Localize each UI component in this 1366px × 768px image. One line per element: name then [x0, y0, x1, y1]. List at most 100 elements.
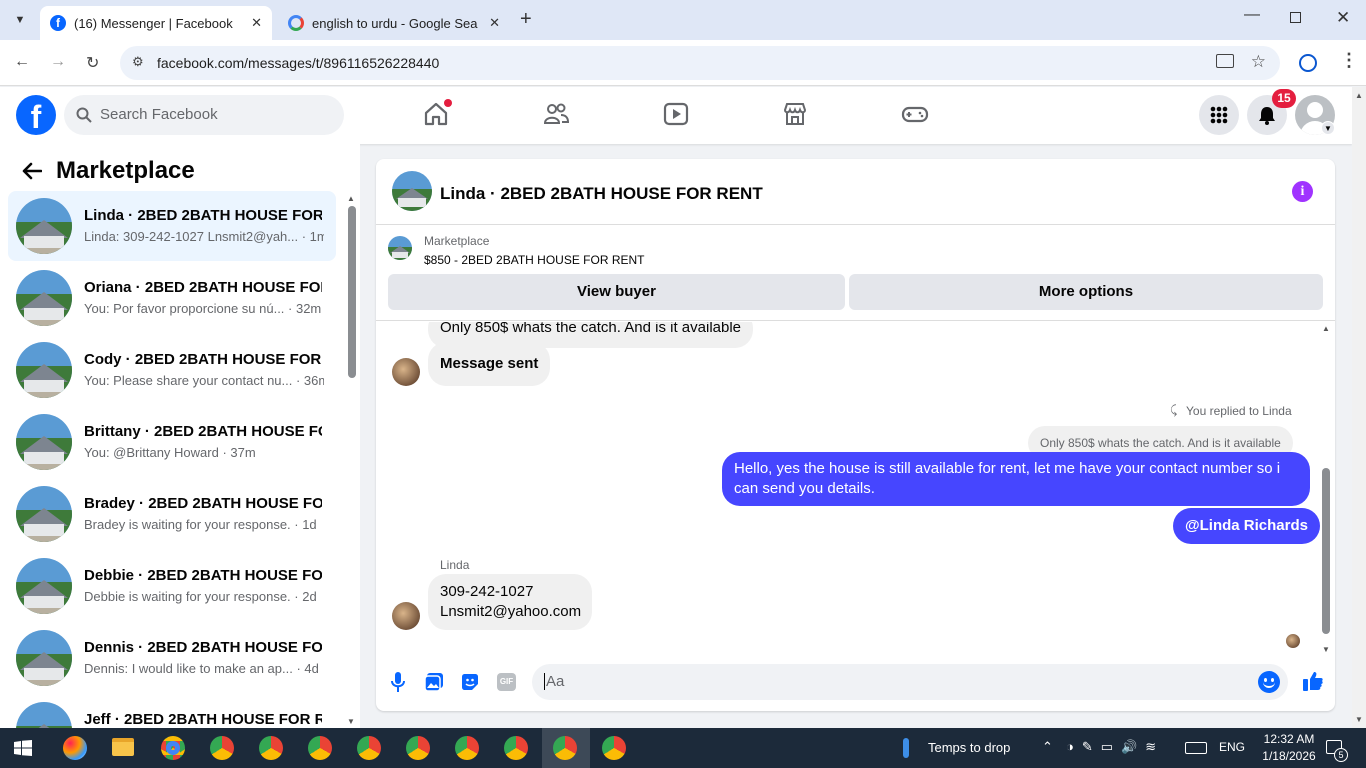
emoji-icon[interactable]	[1258, 671, 1280, 693]
more-options-button[interactable]: More options	[849, 274, 1323, 310]
message-input[interactable]: Aa	[532, 664, 1288, 700]
chrome-profile-icon[interactable]	[455, 736, 479, 760]
listing-label: Marketplace	[424, 234, 490, 248]
restore-button[interactable]	[1290, 12, 1301, 23]
conversation-snippet: You: Please share your contact nu... · 3…	[84, 373, 324, 388]
listing-price[interactable]: $850 - 2BED 2BATH HOUSE FOR RENT	[424, 253, 645, 267]
install-app-icon[interactable]	[1216, 54, 1234, 68]
microphone-icon[interactable]	[390, 671, 406, 693]
new-tab-button[interactable]: +	[520, 8, 532, 31]
listing-banner: Marketplace $850 - 2BED 2BATH HOUSE FOR …	[376, 224, 1335, 321]
conversation-name: Dennis · 2BED 2BATH HOUSE FOR RENT	[84, 639, 322, 656]
chrome-icon[interactable]	[161, 736, 185, 760]
tab-search-dropdown[interactable]: ▼	[8, 8, 32, 32]
minimize-button[interactable]: —	[1244, 6, 1260, 24]
read-receipt-avatar	[1286, 634, 1300, 648]
keyboard-icon[interactable]	[1185, 742, 1207, 754]
file-explorer-icon[interactable]	[112, 738, 134, 756]
tray-icons[interactable]: ◑✎▭🔊≋	[1066, 739, 1164, 755]
close-window-button[interactable]: ✕	[1336, 8, 1350, 28]
conversation-item[interactable]: Linda · 2BED 2BATH HOUSE FOR RENT Linda: …	[8, 191, 336, 261]
tab-title: english to urdu - Google Search	[312, 15, 478, 31]
gif-icon[interactable]: GIF	[497, 673, 516, 691]
url-text[interactable]: facebook.com/messages/t/896116526228440	[157, 55, 439, 71]
conversation-snippet: Debbie is waiting for your response. · 2…	[84, 589, 317, 604]
conversation-item[interactable]: Debbie · 2BED 2BATH HOUSE FOR RENT Debbie…	[8, 551, 336, 621]
thumbs-up-icon[interactable]	[1302, 670, 1324, 692]
conversation-item[interactable]: Oriana · 2BED 2BATH HOUSE FOR RENT You: P…	[8, 263, 336, 333]
chrome-profile-icon[interactable]	[259, 736, 283, 760]
conversation-snippet: Bradey is waiting for your response. · 1…	[84, 517, 317, 532]
profile-icon[interactable]	[1299, 54, 1317, 72]
tab-messenger[interactable]: f (16) Messenger | Facebook ✕	[40, 6, 272, 40]
google-icon	[288, 15, 304, 31]
messages-scrollbar[interactable]: ▲ ▼	[1320, 322, 1332, 654]
listing-avatar	[16, 270, 72, 326]
photo-icon[interactable]	[424, 672, 444, 692]
friends-icon[interactable]	[542, 100, 570, 128]
thermometer-icon	[903, 738, 909, 758]
conversation-item[interactable]: Bradey · 2BED 2BATH HOUSE FOR RENT Bradey…	[8, 479, 336, 549]
marketplace-icon[interactable]	[781, 100, 809, 128]
chrome-profile-icon[interactable]	[553, 736, 577, 760]
omnibox[interactable]: ⚙ facebook.com/messages/t/89611652622844…	[120, 46, 1280, 80]
tray-chevron-icon[interactable]: ⌃	[1042, 739, 1053, 755]
menu-kebab-icon[interactable]: ⋮	[1340, 50, 1358, 71]
chat-avatar[interactable]	[392, 171, 432, 211]
replied-label: You replied to Linda	[1186, 404, 1292, 418]
back-arrow-icon[interactable]	[22, 162, 42, 180]
tab-google[interactable]: english to urdu - Google Search ✕	[278, 6, 510, 40]
windows-start-icon[interactable]	[14, 740, 32, 756]
chrome-profile-icon[interactable]	[308, 736, 332, 760]
view-buyer-button[interactable]: View buyer	[388, 274, 845, 310]
chrome-profile-icon[interactable]	[504, 736, 528, 760]
mention-message: @Linda Richards	[1173, 508, 1320, 544]
clock-time[interactable]: 12:32 AM	[1258, 732, 1320, 746]
back-icon[interactable]: ←	[14, 53, 30, 71]
weather-text[interactable]: Temps to drop	[928, 740, 1010, 755]
forward-icon[interactable]: →	[50, 53, 66, 71]
video-icon[interactable]	[662, 100, 690, 128]
grid-icon	[1210, 106, 1228, 124]
facebook-icon: f	[50, 15, 66, 31]
sidebar-title: Marketplace	[56, 157, 195, 184]
reload-icon[interactable]: ↻	[86, 53, 99, 73]
sticker-icon[interactable]	[460, 672, 480, 692]
conversation-item[interactable]: Brittany · 2BED 2BATH HOUSE FOR RENT You:…	[8, 407, 336, 477]
close-icon[interactable]: ✕	[251, 15, 262, 31]
account-chevron-icon[interactable]: ▼	[1321, 121, 1335, 135]
sender-name: Linda	[440, 558, 470, 572]
conversation-name: Cody · 2BED 2BATH HOUSE FOR RENT	[84, 351, 322, 368]
clock-date[interactable]: 1/18/2026	[1258, 749, 1320, 763]
conversation-item[interactable]: Cody · 2BED 2BATH HOUSE FOR RENT You: Ple…	[8, 335, 336, 405]
gaming-icon[interactable]	[901, 100, 929, 128]
chat-title[interactable]: Linda · 2BED 2BATH HOUSE FOR RENT	[440, 184, 763, 204]
language-indicator[interactable]: ENG	[1219, 740, 1245, 754]
facebook-logo[interactable]: f	[16, 95, 56, 135]
page-scrollbar[interactable]: ▲ ▼	[1352, 87, 1366, 728]
paint-app-icon[interactable]	[63, 736, 87, 760]
sidebar-scrollbar[interactable]: ▲ ▼	[345, 194, 357, 728]
browser-tab-bar: ▼ f (16) Messenger | Facebook ✕ english …	[0, 0, 1366, 40]
info-icon[interactable]: i	[1292, 181, 1313, 202]
bookmark-star-icon[interactable]: ☆	[1251, 52, 1266, 72]
chrome-profile-icon[interactable]	[357, 736, 381, 760]
close-icon[interactable]: ✕	[489, 15, 500, 31]
chat-panel: Linda · 2BED 2BATH HOUSE FOR RENT i Mark…	[376, 159, 1335, 711]
incoming-message: 309-242-1027 Lnsmit2@yahoo.com	[428, 574, 592, 630]
listing-thumbnail[interactable]	[388, 236, 412, 260]
conversation-item[interactable]: Jeff · 2BED 2BATH HOUSE FOR RENT	[8, 695, 336, 728]
messages-area: Only 850$ whats the catch. And is it ava…	[376, 322, 1335, 654]
site-info-icon[interactable]: ⚙	[132, 54, 144, 70]
conversation-name: Linda · 2BED 2BATH HOUSE FOR RENT	[84, 207, 322, 224]
menu-grid-button[interactable]	[1199, 95, 1239, 135]
conversation-item[interactable]: Dennis · 2BED 2BATH HOUSE FOR RENT Dennis…	[8, 623, 336, 693]
chrome-profile-icon[interactable]	[602, 736, 626, 760]
listing-avatar	[16, 558, 72, 614]
chrome-profile-icon[interactable]	[406, 736, 430, 760]
chrome-profile-icon[interactable]	[210, 736, 234, 760]
contact-phone: 309-242-1027	[440, 583, 534, 600]
conversation-snippet: Dennis: I would like to make an ap... · …	[84, 661, 319, 676]
search-facebook-input[interactable]: Search Facebook	[64, 95, 344, 135]
conversation-snippet: Linda: 309-242-1027 Lnsmit2@yah... · 1m	[84, 229, 324, 244]
